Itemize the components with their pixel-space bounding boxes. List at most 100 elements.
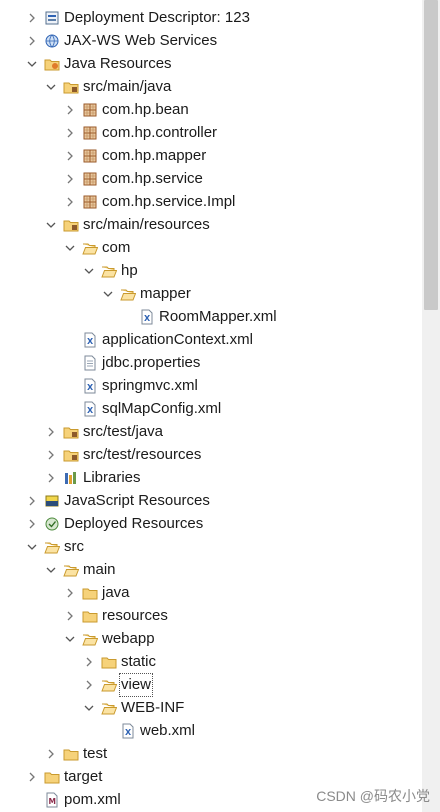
tree-item-com-hp-service-impl[interactable]: com.hp.service.Impl xyxy=(0,190,440,213)
xml-file-icon: X xyxy=(139,309,155,325)
tree-item-springmvc-xml[interactable]: Xspringmvc.xml xyxy=(0,374,440,397)
tree-item-deployment-descriptor-123[interactable]: Deployment Descriptor: 123 xyxy=(0,6,440,29)
folder-open-icon xyxy=(101,677,117,693)
chevron-right-icon[interactable] xyxy=(64,127,76,139)
tree-item-label: mapper xyxy=(140,284,191,302)
tree-item-label: pom.xml xyxy=(64,790,121,808)
tree-item-com-hp-controller[interactable]: com.hp.controller xyxy=(0,121,440,144)
chevron-down-icon[interactable] xyxy=(83,265,95,277)
tree-item-jax-ws-web-services[interactable]: JAX-WS Web Services xyxy=(0,29,440,52)
chevron-right-icon[interactable] xyxy=(45,426,57,438)
chevron-right-icon[interactable] xyxy=(26,35,38,47)
chevron-down-icon[interactable] xyxy=(83,702,95,714)
scrollbar-thumb[interactable] xyxy=(424,0,438,310)
folder-icon xyxy=(101,654,117,670)
tree-item-com-hp-service[interactable]: com.hp.service xyxy=(0,167,440,190)
tree-item-label: java xyxy=(102,583,130,601)
chevron-right-icon[interactable] xyxy=(26,518,38,530)
tree-item-mapper[interactable]: mapper xyxy=(0,282,440,305)
tree-item-main[interactable]: main xyxy=(0,558,440,581)
vertical-scrollbar[interactable] xyxy=(422,0,440,812)
chevron-down-icon[interactable] xyxy=(45,564,57,576)
chevron-right-icon[interactable] xyxy=(64,104,76,116)
tree-item-com-hp-mapper[interactable]: com.hp.mapper xyxy=(0,144,440,167)
tree-item-jdbc-properties[interactable]: jdbc.properties xyxy=(0,351,440,374)
tree-item-applicationcontext-xml[interactable]: XapplicationContext.xml xyxy=(0,328,440,351)
chevron-right-icon[interactable] xyxy=(64,173,76,185)
svg-text:M: M xyxy=(49,797,56,806)
chevron-right-icon[interactable] xyxy=(26,495,38,507)
chevron-right-icon[interactable] xyxy=(26,12,38,24)
tree-item-resources[interactable]: resources xyxy=(0,604,440,627)
tree-item-roommapper-xml[interactable]: X RoomMapper.xml xyxy=(0,305,440,328)
chevron-right-icon[interactable] xyxy=(83,679,95,691)
tree-item-label: test xyxy=(83,744,108,762)
chevron-right-icon[interactable] xyxy=(45,449,57,461)
tree-item-target[interactable]: target xyxy=(0,765,440,788)
xml-file-icon: X xyxy=(120,723,136,739)
chevron-down-icon[interactable] xyxy=(64,633,76,645)
chevron-down-icon[interactable] xyxy=(26,541,38,553)
tree-item-label: main xyxy=(83,560,116,578)
tree-item-src-test-resources[interactable]: src/test/resources xyxy=(0,443,440,466)
tree-item-javascript-resources[interactable]: JavaScript Resources xyxy=(0,489,440,512)
tree-item-src[interactable]: src xyxy=(0,535,440,558)
tree-item-deployed-resources[interactable]: Deployed Resources xyxy=(0,512,440,535)
folder-open-icon xyxy=(82,631,98,647)
tree-item-label: com.hp.mapper xyxy=(102,146,207,164)
chevron-right-icon[interactable] xyxy=(26,771,38,783)
svg-text:X: X xyxy=(87,383,94,392)
tree-item-label: WEB-INF xyxy=(121,698,185,716)
chevron-right-icon[interactable] xyxy=(45,472,57,484)
tree-item-label: view xyxy=(118,672,154,697)
tree-item-label: static xyxy=(121,652,157,670)
tree-item-test[interactable]: test xyxy=(0,742,440,765)
tree-item-src-test-java[interactable]: src/test/java xyxy=(0,420,440,443)
tree-item-src-main-resources[interactable]: src/main/resources xyxy=(0,213,440,236)
web-services-icon xyxy=(44,33,60,49)
chevron-down-icon[interactable] xyxy=(102,288,114,300)
tree-item-libraries[interactable]: Libraries xyxy=(0,466,440,489)
xml-file-icon: X xyxy=(82,378,98,394)
chevron-right-icon[interactable] xyxy=(45,748,57,760)
folder-open-icon xyxy=(120,286,136,302)
tree-item-com[interactable]: com xyxy=(0,236,440,259)
tree-item-view[interactable]: view xyxy=(0,672,440,697)
tree-item-java[interactable]: java xyxy=(0,581,440,604)
svg-text:X: X xyxy=(87,406,94,415)
properties-file-icon xyxy=(82,355,98,371)
chevron-down-icon[interactable] xyxy=(45,219,57,231)
chevron-right-icon[interactable] xyxy=(64,610,76,622)
java-resources-icon xyxy=(44,56,60,72)
tree-item-webapp[interactable]: webapp xyxy=(0,627,440,650)
tree-item-com-hp-bean[interactable]: com.hp.bean xyxy=(0,98,440,121)
tree-item-label: src xyxy=(64,537,84,555)
chevron-down-icon[interactable] xyxy=(45,81,57,93)
tree-item-java-resources[interactable]: Java Resources xyxy=(0,52,440,75)
tree-item-label: jdbc.properties xyxy=(102,353,201,371)
tree-item-hp[interactable]: hp xyxy=(0,259,440,282)
package-icon xyxy=(82,194,98,210)
tree-item-label: Libraries xyxy=(83,468,141,486)
chevron-right-icon[interactable] xyxy=(64,587,76,599)
folder-open-icon xyxy=(63,562,79,578)
chevron-right-icon[interactable] xyxy=(64,196,76,208)
source-folder-icon xyxy=(63,79,79,95)
tree-item-static[interactable]: static xyxy=(0,650,440,673)
tree-item-label: JavaScript Resources xyxy=(64,491,210,509)
chevron-right-icon[interactable] xyxy=(83,656,95,668)
tree-item-label: JAX-WS Web Services xyxy=(64,31,218,49)
tree-item-sqlmapconfig-xml[interactable]: XsqlMapConfig.xml xyxy=(0,397,440,420)
package-icon xyxy=(82,148,98,164)
chevron-down-icon[interactable] xyxy=(64,242,76,254)
tree-item-web-inf[interactable]: WEB-INF xyxy=(0,696,440,719)
tree-item-web-xml[interactable]: Xweb.xml xyxy=(0,719,440,742)
tree-item-label: src/main/resources xyxy=(83,215,210,233)
tree-item-label: com xyxy=(102,238,131,256)
tree-item-src-main-java[interactable]: src/main/java xyxy=(0,75,440,98)
tree-item-label: hp xyxy=(121,261,138,279)
chevron-right-icon[interactable] xyxy=(64,150,76,162)
folder-open-icon xyxy=(101,700,117,716)
tree-item-label: web.xml xyxy=(140,721,196,739)
chevron-down-icon[interactable] xyxy=(26,58,38,70)
